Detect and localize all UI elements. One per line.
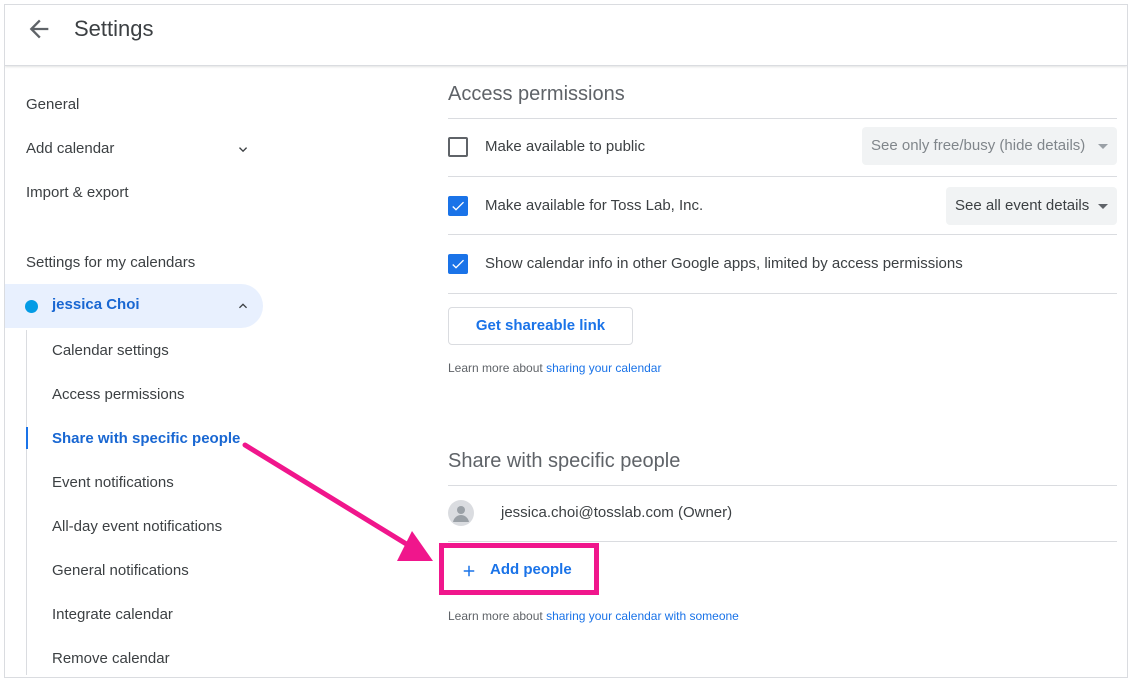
divider [448,234,1117,235]
sharing-your-calendar-with-someone-link[interactable]: sharing your calendar with someone [546,609,739,623]
section-title-access-permissions: Access permissions [448,83,625,105]
divider [448,485,1117,486]
avatar [448,500,474,526]
sidebar-subitem-calendar-settings[interactable]: Calendar settings [52,342,169,359]
get-shareable-link-button[interactable]: Get shareable link [448,307,633,345]
sidebar-item-general[interactable]: General [26,96,79,113]
subnav-divider [26,330,27,675]
sidebar-subitem-all-day-event-notifications[interactable]: All-day event notifications [52,518,222,535]
chevron-up-icon[interactable] [236,299,250,313]
org-visibility-value: See all event details [955,197,1090,214]
other-apps-checkbox[interactable] [448,254,468,274]
sidebar-section-title: Settings for my calendars [26,254,196,271]
sidebar-subitem-access-permissions[interactable]: Access permissions [52,386,185,403]
page-title: Settings [74,16,154,41]
chevron-down-icon[interactable] [236,143,250,157]
sharing-your-calendar-link[interactable]: sharing your calendar [546,361,661,375]
public-checkbox[interactable] [448,137,468,157]
public-visibility-value: See only free/busy (hide details) [871,137,1086,154]
public-label: Make available to public [485,138,646,155]
owner-email: jessica.choi@tosslab.com (Owner) [501,504,733,521]
sidebar-item-import-export[interactable]: Import & export [26,184,129,201]
sidebar-subitem-integrate-calendar[interactable]: Integrate calendar [52,606,173,623]
active-indicator [26,427,28,449]
top-bar: Settings [5,5,1127,66]
section-title-share-specific: Share with specific people [448,450,681,472]
person-icon [453,506,469,522]
learn-more-prefix: Learn more about [448,609,547,623]
checkmark-icon [452,201,464,211]
calendar-color-dot [25,300,38,313]
dropdown-caret-icon [1098,204,1108,209]
settings-window: Settings General Add calendar Import & e… [4,4,1128,678]
learn-more-sharing-someone: Learn more about sharing your calendar w… [448,609,739,623]
dropdown-caret-icon [1098,144,1108,149]
divider [448,293,1117,294]
learn-more-prefix: Learn more about [448,361,547,375]
arrow-back-icon[interactable] [25,15,53,43]
add-people-label: Add people [490,561,572,578]
divider [448,118,1117,119]
sidebar-subitem-share-with-specific-people[interactable]: Share with specific people [52,430,240,447]
sidebar-subitem-remove-calendar[interactable]: Remove calendar [52,650,170,667]
learn-more-sharing: Learn more about sharing your calendar [448,361,661,375]
calendar-name: jessica Choi [52,296,140,313]
org-visibility-select[interactable]: See all event details [946,187,1117,225]
sidebar-item-add-calendar[interactable]: Add calendar [26,140,114,157]
sidebar-subitem-event-notifications[interactable]: Event notifications [52,474,174,491]
checkmark-icon [452,259,464,269]
sidebar-calendar-jessica[interactable]: jessica Choi [5,284,263,328]
org-checkbox[interactable] [448,196,468,216]
divider [448,176,1117,177]
divider [448,541,1117,542]
other-apps-label: Show calendar info in other Google apps,… [485,255,963,272]
plus-icon [463,565,475,577]
org-label: Make available for Toss Lab, Inc. [485,197,704,214]
sidebar-subitem-general-notifications[interactable]: General notifications [52,562,189,579]
public-visibility-select: See only free/busy (hide details) [862,127,1117,165]
